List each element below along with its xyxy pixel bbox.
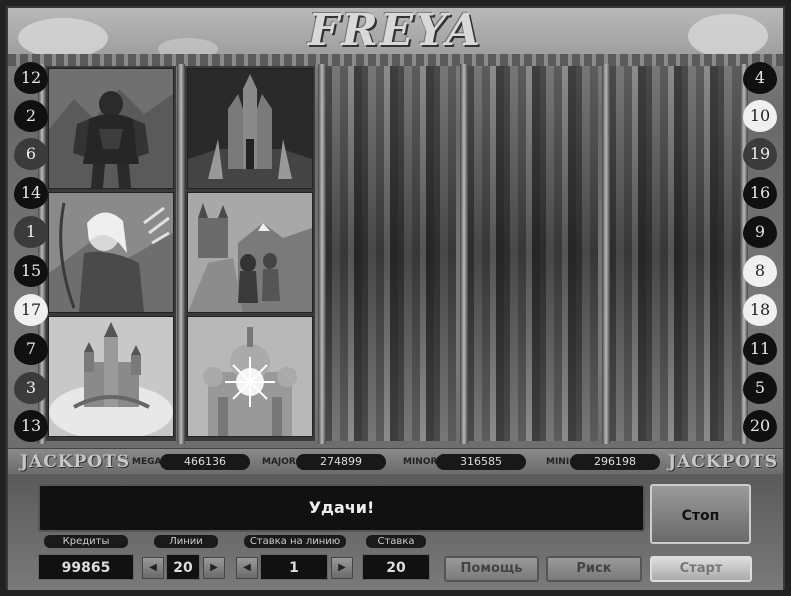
slot-machine: FREYA 12 2 6 14 1 15 17 7 3 13 4 10 19 1… [0, 0, 791, 596]
reel-divider [177, 64, 185, 444]
symbol-mountain-travelers [187, 192, 313, 313]
lines-value: 20 [166, 554, 200, 580]
line-indicator-right[interactable]: 11 [743, 333, 777, 365]
reel-divider [318, 64, 326, 444]
lines-increase-button[interactable]: ▶ [203, 557, 225, 579]
line-indicator-right[interactable]: 18 [743, 294, 777, 326]
line-indicator-right[interactable]: 20 [743, 410, 777, 442]
reel-4-spinning [468, 66, 598, 441]
lines-label: Линии [154, 535, 218, 548]
bet-per-line-value: 1 [260, 554, 328, 580]
reel-3-spinning [326, 66, 456, 441]
jackpot-bar: JACKPOTS MEGA: 466136 MAJOR: 274899 MINO… [8, 448, 783, 476]
line-indicator-right[interactable]: 8 [743, 255, 777, 287]
reel-divider [602, 64, 610, 444]
reel-5-spinning [610, 66, 740, 441]
start-button[interactable]: Старт [650, 556, 752, 582]
symbol-fairy-castle [48, 316, 174, 437]
bet-value: 20 [362, 554, 430, 580]
bet-per-line-increase-button[interactable]: ▶ [331, 557, 353, 579]
major-label: MAJOR: [262, 457, 300, 467]
line-indicator-right[interactable]: 16 [743, 177, 777, 209]
bet-per-line-label: Ставка на линию [244, 535, 346, 548]
bet-label: Ставка [366, 535, 426, 548]
symbol-warrior-troll [48, 68, 174, 189]
stop-button[interactable]: Стоп [650, 484, 751, 544]
line-indicator-left[interactable]: 14 [14, 177, 48, 209]
jackpots-title-left: JACKPOTS [20, 452, 131, 472]
message-display: Удачи! [38, 484, 645, 532]
lines-decrease-button[interactable]: ◀ [142, 557, 164, 579]
line-indicator-left[interactable]: 15 [14, 255, 48, 287]
line-indicator-left[interactable]: 6 [14, 138, 48, 170]
bet-per-line-decrease-button[interactable]: ◀ [236, 557, 258, 579]
line-indicator-right[interactable]: 9 [743, 216, 777, 248]
game-logo: FREYA [307, 5, 483, 56]
line-indicator-left[interactable]: 1 [14, 216, 48, 248]
credits-value: 99865 [38, 554, 134, 580]
line-indicator-right[interactable]: 10 [743, 100, 777, 132]
mega-value: 466136 [160, 454, 250, 470]
line-indicator-right[interactable]: 4 [743, 62, 777, 94]
line-indicator-right[interactable]: 5 [743, 372, 777, 404]
line-indicator-left[interactable]: 3 [14, 372, 48, 404]
symbol-elf-archer [48, 192, 174, 313]
line-indicator-left[interactable]: 12 [14, 62, 48, 94]
jackpots-title-right: JACKPOTS [668, 452, 779, 472]
credits-label: Кредиты [44, 535, 128, 548]
line-indicator-left[interactable]: 2 [14, 100, 48, 132]
minor-value: 316585 [436, 454, 526, 470]
line-indicator-left[interactable]: 13 [14, 410, 48, 442]
reel-top-border [8, 54, 783, 66]
reel-1 [46, 66, 176, 441]
line-indicator-left[interactable]: 17 [14, 294, 48, 326]
symbol-dark-cathedral [187, 68, 313, 189]
help-button[interactable]: Помощь [444, 556, 539, 582]
reel-divider [460, 64, 468, 444]
line-indicator-left[interactable]: 7 [14, 333, 48, 365]
reel-2 [185, 66, 315, 441]
mini-value: 296198 [570, 454, 660, 470]
risk-button[interactable]: Риск [546, 556, 642, 582]
symbol-golden-temple [187, 316, 313, 437]
mini-label: MINI: [546, 457, 573, 467]
major-value: 274899 [296, 454, 386, 470]
line-indicator-right[interactable]: 19 [743, 138, 777, 170]
